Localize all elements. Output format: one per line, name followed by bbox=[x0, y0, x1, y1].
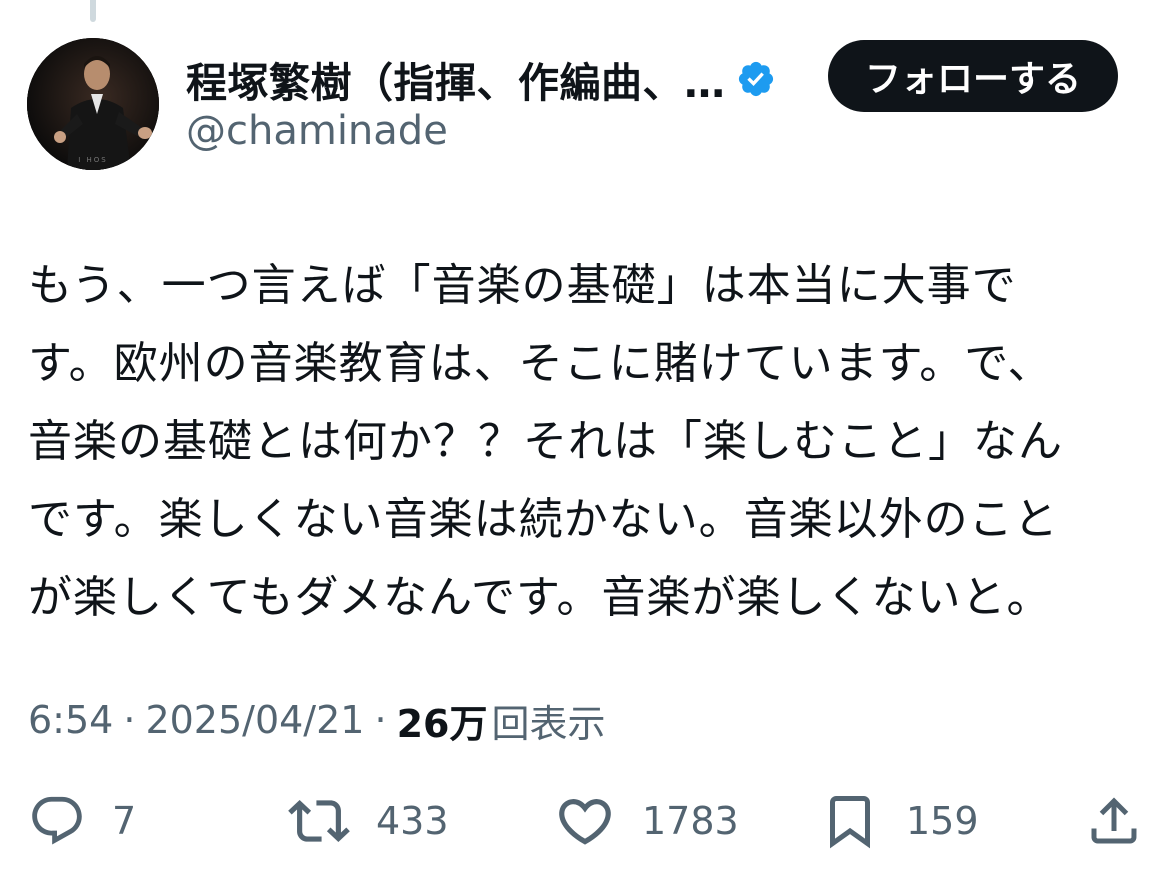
reply-count: 7 bbox=[112, 799, 137, 843]
like-count: 1783 bbox=[642, 799, 739, 843]
tweet-text-line: です。楽しくない音楽は続かない。音楽以外のこと bbox=[28, 494, 1059, 545]
bookmark-count: 159 bbox=[906, 799, 979, 843]
svg-text:I HOS: I HOS bbox=[78, 156, 108, 164]
reply-icon bbox=[32, 796, 82, 845]
tweet-text-line: が楽しくてもダメなんです。音楽が楽しくないと。 bbox=[28, 572, 1052, 623]
bookmark-icon bbox=[830, 796, 870, 849]
like-button[interactable]: 1783 bbox=[554, 788, 739, 854]
verified-badge-icon bbox=[736, 59, 776, 99]
tweet-date[interactable]: 2025/04/21 bbox=[145, 698, 364, 742]
avatar[interactable]: I HOS bbox=[27, 38, 159, 170]
meta-separator: · bbox=[374, 698, 387, 742]
views-count: 26万 bbox=[396, 701, 488, 746]
tweet-text-line: す。欧州の音楽教育は、そこに賭けています。で、 bbox=[28, 338, 1053, 389]
retweet-icon bbox=[288, 800, 350, 842]
tweet-time[interactable]: 6:54 bbox=[28, 698, 113, 742]
meta-separator: · bbox=[123, 698, 136, 742]
views-label: 回表示 bbox=[491, 701, 606, 746]
conductor-portrait-icon: I HOS bbox=[27, 38, 159, 170]
share-button[interactable] bbox=[1084, 788, 1144, 854]
bookmark-button[interactable]: 159 bbox=[820, 788, 979, 854]
heart-icon bbox=[559, 799, 611, 845]
tweet-meta: 6:54 · 2025/04/21 · 26万 回表示 bbox=[28, 690, 605, 750]
reply-button[interactable]: 7 bbox=[28, 788, 136, 854]
tweet-text-line: 音楽の基礎とは何か？？それは「楽しむこと」なん bbox=[28, 416, 1063, 467]
retweet-count: 433 bbox=[376, 799, 449, 843]
tweet-text-line: もう、一つ言えば「音楽の基礎」は本当に大事で bbox=[28, 260, 1017, 311]
author-handle[interactable]: @chaminade bbox=[186, 108, 448, 154]
thread-connector-line bbox=[90, 0, 96, 22]
tweet-actions-bar: 7 433 1783 159 bbox=[0, 788, 1170, 854]
author-name-row: 程塚繁樹（指揮、作編曲、… bbox=[186, 50, 776, 108]
tweet-text: もう、一つ言えば「音楽の基礎」は本当に大事で す。欧州の音楽教育は、そこに賭けて… bbox=[28, 247, 1143, 637]
author-display-name[interactable]: 程塚繁樹（指揮、作編曲、… bbox=[186, 49, 726, 109]
retweet-button[interactable]: 433 bbox=[288, 788, 449, 854]
share-icon bbox=[1091, 797, 1137, 844]
follow-button[interactable]: フォローする bbox=[828, 40, 1118, 112]
